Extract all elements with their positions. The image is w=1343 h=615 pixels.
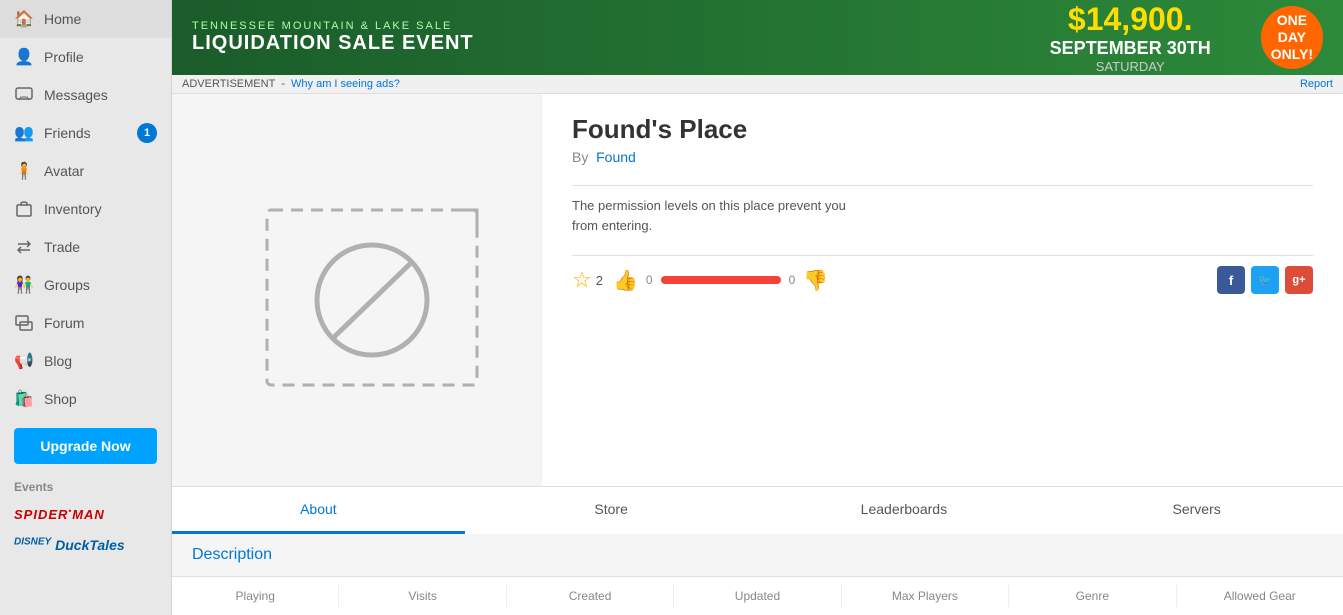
place-info: Found's Place By Found The permission le… xyxy=(542,94,1343,486)
sidebar-label-inventory: Inventory xyxy=(44,201,157,217)
thumbs-up-button[interactable]: 👍 xyxy=(613,268,638,293)
sidebar-item-home[interactable]: 🏠 Home xyxy=(0,0,171,38)
ad-date: SEPTEMBER 30TH xyxy=(1050,38,1211,59)
place-author-link[interactable]: Found xyxy=(596,149,636,165)
stat-genre: Genre xyxy=(1009,585,1176,607)
tabs-bar: About Store Leaderboards Servers xyxy=(172,486,1343,534)
ad-subtitle: TENNESSEE MOUNTAIN & LAKE SALE xyxy=(192,20,474,32)
star-icon: ☆ xyxy=(572,267,592,293)
ad-day: SATURDAY xyxy=(1050,59,1211,74)
sidebar-item-friends[interactable]: 👥 Friends 1 xyxy=(0,114,171,152)
vote-bar: 👍 0 0 👎 xyxy=(613,268,828,293)
sidebar-label-blog: Blog xyxy=(44,353,157,369)
spiderman-event[interactable]: SPIDER•MAN xyxy=(0,500,171,530)
report-link[interactable]: Report xyxy=(1300,78,1333,90)
ducktales-logo: DISNEY DuckTales xyxy=(14,537,125,553)
place-header: Found's Place By Found The permission le… xyxy=(172,94,1343,486)
sidebar: 🏠 Home 👤 Profile Messages 👥 Friends 1 🧍 … xyxy=(0,0,172,615)
tab-about[interactable]: About xyxy=(172,487,465,534)
vote-progress-bar xyxy=(661,276,781,284)
sidebar-item-groups[interactable]: 👫 Groups xyxy=(0,266,171,304)
description-section: Description xyxy=(172,534,1343,576)
stats-row: Playing Visits Created Updated Max Playe… xyxy=(172,576,1343,615)
stat-updated: Updated xyxy=(674,585,841,607)
ducktales-event[interactable]: DISNEY DuckTales xyxy=(0,530,171,561)
sidebar-label-profile: Profile xyxy=(44,49,157,65)
ad-footer: ADVERTISEMENT - Why am I seeing ads? Rep… xyxy=(172,75,1343,94)
avatar-icon: 🧍 xyxy=(14,161,34,181)
thumb-up-count: 0 xyxy=(646,273,653,287)
friends-icon: 👥 xyxy=(14,123,34,143)
ad-text: TENNESSEE MOUNTAIN & LAKE SALE LIQUIDATI… xyxy=(172,10,494,65)
ad-date-section: $14,900. SEPTEMBER 30TH SATURDAY xyxy=(1030,0,1231,75)
messages-icon xyxy=(14,85,34,105)
groups-icon: 👫 xyxy=(14,275,34,295)
tab-servers[interactable]: Servers xyxy=(1050,487,1343,534)
ad-banner: TENNESSEE MOUNTAIN & LAKE SALE LIQUIDATI… xyxy=(172,0,1343,75)
sidebar-item-trade[interactable]: Trade xyxy=(0,228,171,266)
place-by: By Found xyxy=(572,149,1313,165)
content-area: Found's Place By Found The permission le… xyxy=(172,94,1343,615)
divider-top xyxy=(572,185,1313,186)
forum-icon xyxy=(14,313,34,333)
favorite-button[interactable]: ☆ 2 xyxy=(572,267,603,293)
googleplus-share-button[interactable]: g+ xyxy=(1285,266,1313,294)
sidebar-label-forum: Forum xyxy=(44,315,157,331)
sidebar-label-friends: Friends xyxy=(44,125,127,141)
trade-icon xyxy=(14,237,34,257)
tab-leaderboards[interactable]: Leaderboards xyxy=(758,487,1051,534)
sidebar-item-forum[interactable]: Forum xyxy=(0,304,171,342)
stat-playing: Playing xyxy=(172,585,339,607)
sidebar-label-avatar: Avatar xyxy=(44,163,157,179)
thumbs-down-button[interactable]: 👎 xyxy=(803,268,828,293)
sidebar-item-messages[interactable]: Messages xyxy=(0,76,171,114)
main-content: TENNESSEE MOUNTAIN & LAKE SALE LIQUIDATI… xyxy=(172,0,1343,615)
shop-icon: 🛍️ xyxy=(14,389,34,409)
place-permission-text: The permission levels on this place prev… xyxy=(572,196,852,235)
place-actions: ☆ 2 👍 0 0 👎 f xyxy=(572,266,1313,294)
sidebar-item-avatar[interactable]: 🧍 Avatar xyxy=(0,152,171,190)
sidebar-item-inventory[interactable]: Inventory xyxy=(0,190,171,228)
divider-bottom xyxy=(572,255,1313,256)
place-title: Found's Place xyxy=(572,114,1313,145)
friends-badge: 1 xyxy=(137,123,157,143)
stat-created: Created xyxy=(507,585,674,607)
place-thumbnail xyxy=(172,94,542,486)
thumb-down-count: 0 xyxy=(789,273,796,287)
sidebar-item-blog[interactable]: 📢 Blog xyxy=(0,342,171,380)
social-buttons: f 🐦 g+ xyxy=(1217,266,1313,294)
twitter-share-button[interactable]: 🐦 xyxy=(1251,266,1279,294)
sidebar-label-shop: Shop xyxy=(44,391,157,407)
ad-price: $14,900. xyxy=(1050,1,1211,38)
upgrade-button[interactable]: Upgrade Now xyxy=(14,428,157,464)
stat-allowed-gear: Allowed Gear xyxy=(1177,585,1343,607)
tab-store[interactable]: Store xyxy=(465,487,758,534)
sidebar-label-messages: Messages xyxy=(44,87,157,103)
events-label: Events xyxy=(0,474,171,500)
sidebar-label-home: Home xyxy=(44,11,157,27)
spiderman-logo: SPIDER•MAN xyxy=(14,507,105,522)
ad-footer-label: ADVERTISEMENT - Why am I seeing ads? xyxy=(182,78,400,90)
no-image-placeholder xyxy=(257,200,457,380)
ad-oneday-badge: ONE DAY ONLY! xyxy=(1261,6,1323,68)
sidebar-label-trade: Trade xyxy=(44,239,157,255)
home-icon: 🏠 xyxy=(14,9,34,29)
sidebar-item-profile[interactable]: 👤 Profile xyxy=(0,38,171,76)
stat-visits: Visits xyxy=(339,585,506,607)
sidebar-label-groups: Groups xyxy=(44,277,157,293)
no-image-svg xyxy=(257,200,497,400)
blog-icon: 📢 xyxy=(14,351,34,371)
ad-title: LIQUIDATION SALE EVENT xyxy=(192,32,474,55)
inventory-icon xyxy=(14,199,34,219)
facebook-share-button[interactable]: f xyxy=(1217,266,1245,294)
star-count: 2 xyxy=(596,273,603,288)
description-title: Description xyxy=(192,546,272,563)
profile-icon: 👤 xyxy=(14,47,34,67)
sidebar-item-shop[interactable]: 🛍️ Shop xyxy=(0,380,171,418)
why-ads-link[interactable]: Why am I seeing ads? xyxy=(291,78,400,90)
stat-max-players: Max Players xyxy=(842,585,1009,607)
